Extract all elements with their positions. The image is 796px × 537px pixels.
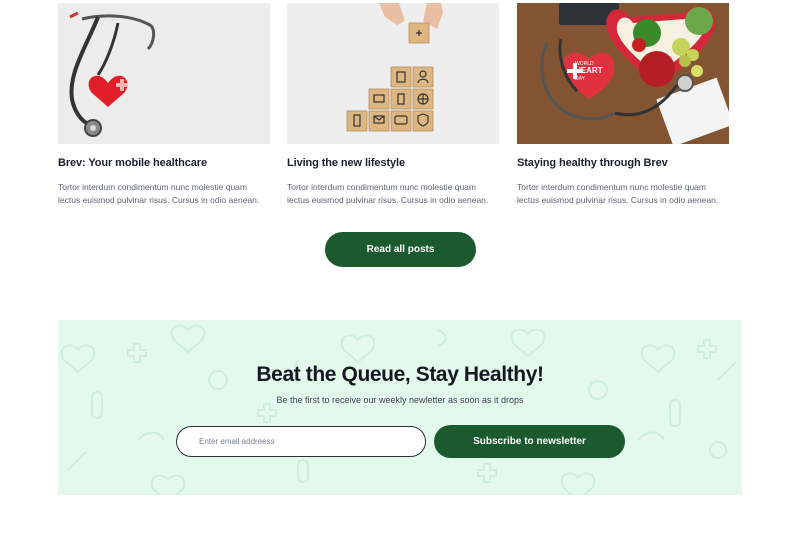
post-title[interactable]: Brev: Your mobile healthcare — [58, 157, 270, 170]
post-excerpt: Tortor interdum condimentum nunc molesti… — [58, 182, 260, 205]
image-text: DAY — [575, 76, 586, 82]
stethoscope-heart-image[interactable] — [58, 3, 270, 144]
blog-posts-grid: Brev: Your mobile healthcare Tortor inte… — [58, 3, 730, 213]
wooden-blocks-image[interactable] — [287, 3, 499, 144]
blog-card[interactable]: WORLD HEART DAY Staying healthy through … — [517, 3, 729, 207]
post-excerpt: Tortor interdum condimentum nunc molesti… — [287, 182, 489, 205]
health-pattern-background — [60, 324, 737, 495]
post-title[interactable]: Living the new lifestyle — [287, 157, 499, 170]
post-excerpt: Tortor interdum condimentum nunc molesti… — [517, 182, 719, 205]
newsletter-section: Beat the Queue, Stay Healthy! Be the fir… — [58, 320, 742, 495]
image-text: HEART — [575, 66, 603, 75]
post-title[interactable]: Staying healthy through Brev — [517, 157, 729, 170]
blog-card[interactable]: Brev: Your mobile healthcare Tortor inte… — [58, 3, 270, 207]
newsletter-subtitle: Be the first to receive our weekly newle… — [276, 395, 524, 405]
blog-card[interactable]: Living the new lifestyle Tortor interdum… — [287, 3, 499, 207]
subscribe-button[interactable]: Subscribe to newsletter — [434, 425, 625, 458]
email-input[interactable] — [176, 426, 426, 457]
newsletter-title: Beat the Queue, Stay Healthy! — [256, 363, 544, 386]
world-heart-day-image[interactable]: WORLD HEART DAY — [517, 3, 729, 144]
read-all-posts-button[interactable]: Read all posts — [325, 232, 476, 267]
